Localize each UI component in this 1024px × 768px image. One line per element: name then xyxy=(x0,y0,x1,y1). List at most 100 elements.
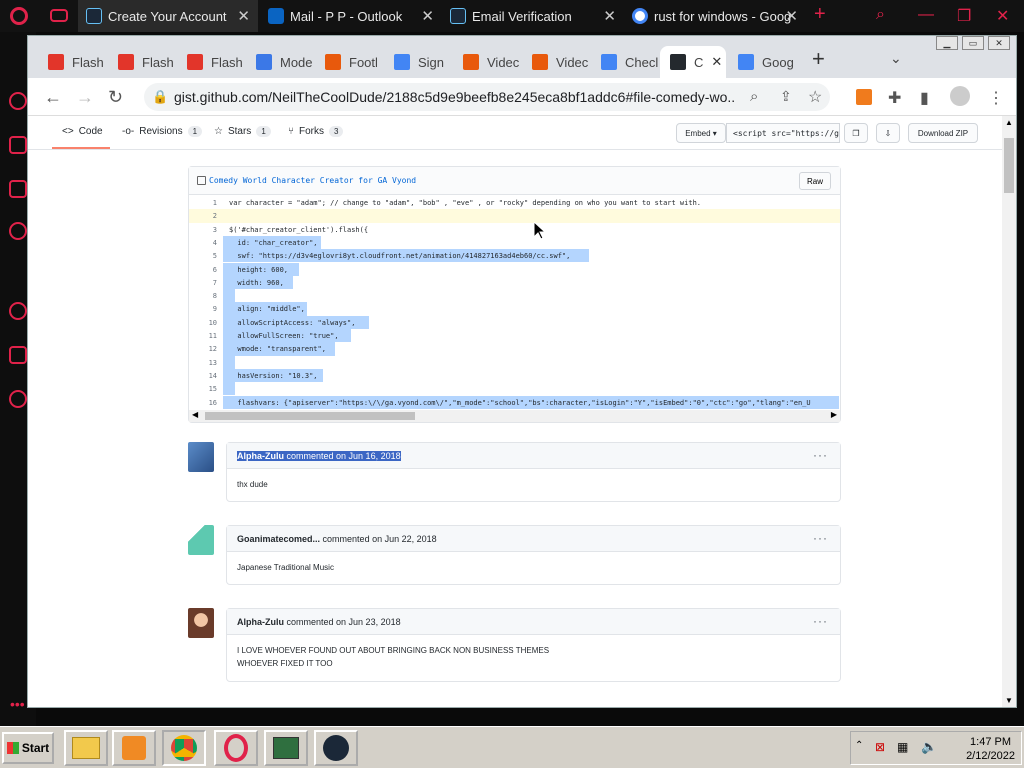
taskbar-chrome[interactable] xyxy=(162,730,206,766)
back-icon[interactable]: ← xyxy=(44,87,62,108)
code-line[interactable]: 1 var character = "adam"; // change to "a… xyxy=(189,196,840,209)
chrome-tab[interactable]: Checl xyxy=(591,46,659,78)
more-options-icon[interactable]: ··· xyxy=(813,614,828,628)
opera-tab-email-verification[interactable]: Email Verification ✕ xyxy=(444,0,624,32)
chrome-tab[interactable]: Videc xyxy=(522,46,590,78)
tab-forks[interactable]: ⑂ Forks 3 xyxy=(288,126,344,137)
opera-gx-icon[interactable] xyxy=(50,9,68,22)
more-options-icon[interactable]: ··· xyxy=(813,531,828,545)
more-icon[interactable]: ••• xyxy=(10,696,25,712)
chrome-tab[interactable]: Flash xyxy=(38,46,106,78)
line-number[interactable]: 11 xyxy=(189,332,217,340)
restore-icon[interactable]: ❐ xyxy=(957,6,971,26)
opera-logo-icon[interactable] xyxy=(10,7,28,25)
line-number[interactable]: 3 xyxy=(189,226,217,234)
line-number[interactable]: 5 xyxy=(189,252,217,260)
line-number[interactable]: 12 xyxy=(189,345,217,353)
close-icon[interactable]: ✕ xyxy=(603,7,616,25)
network-icon[interactable]: ▦ xyxy=(897,740,908,754)
line-number[interactable]: 14 xyxy=(189,372,217,380)
close-icon[interactable]: ✕ xyxy=(988,36,1010,50)
chrome-tab[interactable]: C ✕ xyxy=(660,46,726,78)
code-line[interactable]: 2 xyxy=(189,209,840,223)
zoom-icon[interactable]: ⌕ xyxy=(750,88,758,105)
opera-tab-rust[interactable]: rust for windows - Goog ✕ xyxy=(626,0,806,32)
side-panel-icon[interactable]: ▮ xyxy=(920,88,929,108)
scrollbar-thumb[interactable] xyxy=(1004,138,1014,193)
reload-icon[interactable]: ↻ xyxy=(108,87,123,108)
messenger-icon[interactable] xyxy=(9,136,27,154)
code-line[interactable]: 4 id: "char_creator", xyxy=(189,235,840,250)
tray-expand-icon[interactable]: ⌃ xyxy=(855,740,863,751)
chrome-tab[interactable]: Footl xyxy=(315,46,383,78)
close-icon[interactable]: ✕ xyxy=(237,7,250,25)
raw-button[interactable]: Raw xyxy=(799,172,831,190)
forward-icon[interactable]: → xyxy=(76,87,94,108)
comment-timestamp[interactable]: commented on Jun 22, 2018 xyxy=(323,534,437,544)
new-tab-button[interactable]: + xyxy=(812,46,825,72)
embed-code-input[interactable]: <script src="https://gi xyxy=(726,123,840,143)
chrome-tab[interactable]: Flash xyxy=(108,46,176,78)
tab-code[interactable]: <> Code xyxy=(62,126,103,137)
vertical-scrollbar[interactable]: ▲ ▼ xyxy=(1002,116,1016,707)
opera-tab-mail[interactable]: Mail - P P - Outlook ✕ xyxy=(262,0,442,32)
comment-author[interactable]: Goanimatecomed... xyxy=(237,534,320,544)
line-number[interactable]: 2 xyxy=(189,212,217,220)
scrollbar-thumb[interactable] xyxy=(205,412,415,420)
extensions-puzzle-icon[interactable]: ✚ xyxy=(888,88,901,108)
chrome-tab[interactable]: Sign xyxy=(384,46,452,78)
close-icon[interactable]: ✕ xyxy=(711,54,722,70)
line-number[interactable]: 16 xyxy=(189,399,217,407)
scroll-up-icon[interactable]: ▲ xyxy=(1005,118,1013,127)
comment-timestamp[interactable]: commented on Jun 23, 2018 xyxy=(287,617,401,627)
code-line[interactable]: 5 swf: "https://d3v4eglovri8yt.cloudfron… xyxy=(189,249,840,263)
taskbar-terminal[interactable] xyxy=(264,730,308,766)
player-icon[interactable] xyxy=(9,222,27,240)
line-number[interactable]: 6 xyxy=(189,266,217,274)
minimize-icon[interactable]: ▁ xyxy=(936,36,958,50)
bookmark-star-icon[interactable]: ☆ xyxy=(808,87,822,107)
avatar[interactable] xyxy=(188,442,214,472)
extensions-icon[interactable] xyxy=(9,346,27,364)
network-error-icon[interactable]: ⊠ xyxy=(875,740,885,754)
comment-author[interactable]: Alpha-Zulu xyxy=(237,617,284,627)
code-line[interactable]: 12 wmode: "transparent", xyxy=(189,342,840,356)
code-line[interactable]: 7 width: 960, xyxy=(189,275,840,290)
tab-search-icon[interactable]: ⌄ xyxy=(890,50,902,67)
avatar[interactable] xyxy=(188,608,214,638)
maximize-icon[interactable]: ▭ xyxy=(962,36,984,50)
file-name-link[interactable]: Comedy World Character Creator for GA Vy… xyxy=(209,176,416,185)
new-tab-button[interactable]: + xyxy=(814,3,826,26)
tab-stars[interactable]: ☆ Stars 1 xyxy=(214,126,271,137)
opera-tab-create-account[interactable]: Create Your Account ✕ xyxy=(78,0,258,32)
chrome-tab[interactable]: Videc xyxy=(453,46,521,78)
line-number[interactable]: 13 xyxy=(189,359,217,367)
code-line[interactable]: 10 allowScriptAccess: "always", xyxy=(189,315,840,329)
menu-kebab-icon[interactable]: ⋮ xyxy=(988,88,1004,108)
taskbar-explorer[interactable] xyxy=(64,730,108,766)
settings-icon[interactable] xyxy=(9,390,27,408)
search-icon[interactable]: ⌕ xyxy=(876,6,885,24)
history-icon[interactable] xyxy=(9,302,27,320)
line-number[interactable]: 10 xyxy=(189,319,217,327)
scroll-down-icon[interactable]: ▼ xyxy=(1005,696,1013,705)
line-number[interactable]: 9 xyxy=(189,305,217,313)
taskbar-steam[interactable] xyxy=(314,730,358,766)
code-line[interactable]: 8 xyxy=(189,289,840,303)
flash-extension-icon[interactable] xyxy=(856,89,872,105)
start-button[interactable]: Start xyxy=(2,732,54,764)
taskbar-opera[interactable] xyxy=(214,730,258,766)
code-line[interactable]: 14 hasVersion: "10.3", xyxy=(189,368,840,383)
close-window-icon[interactable]: ✕ xyxy=(996,6,1009,26)
open-desktop-button[interactable]: ⇩ xyxy=(876,123,900,143)
chrome-tab[interactable]: Goog xyxy=(728,46,796,78)
scroll-left-icon[interactable]: ◀ xyxy=(192,410,198,419)
line-number[interactable]: 15 xyxy=(189,385,217,393)
comment-author[interactable]: Alpha-Zulu xyxy=(237,451,284,461)
profile-avatar-icon[interactable] xyxy=(950,86,970,106)
code-line[interactable]: 15 xyxy=(189,382,840,396)
close-icon[interactable]: ✕ xyxy=(421,7,434,25)
line-number[interactable]: 8 xyxy=(189,292,217,300)
chrome-tab[interactable]: Mode xyxy=(246,46,314,78)
copy-button[interactable]: ❐ xyxy=(844,123,868,143)
